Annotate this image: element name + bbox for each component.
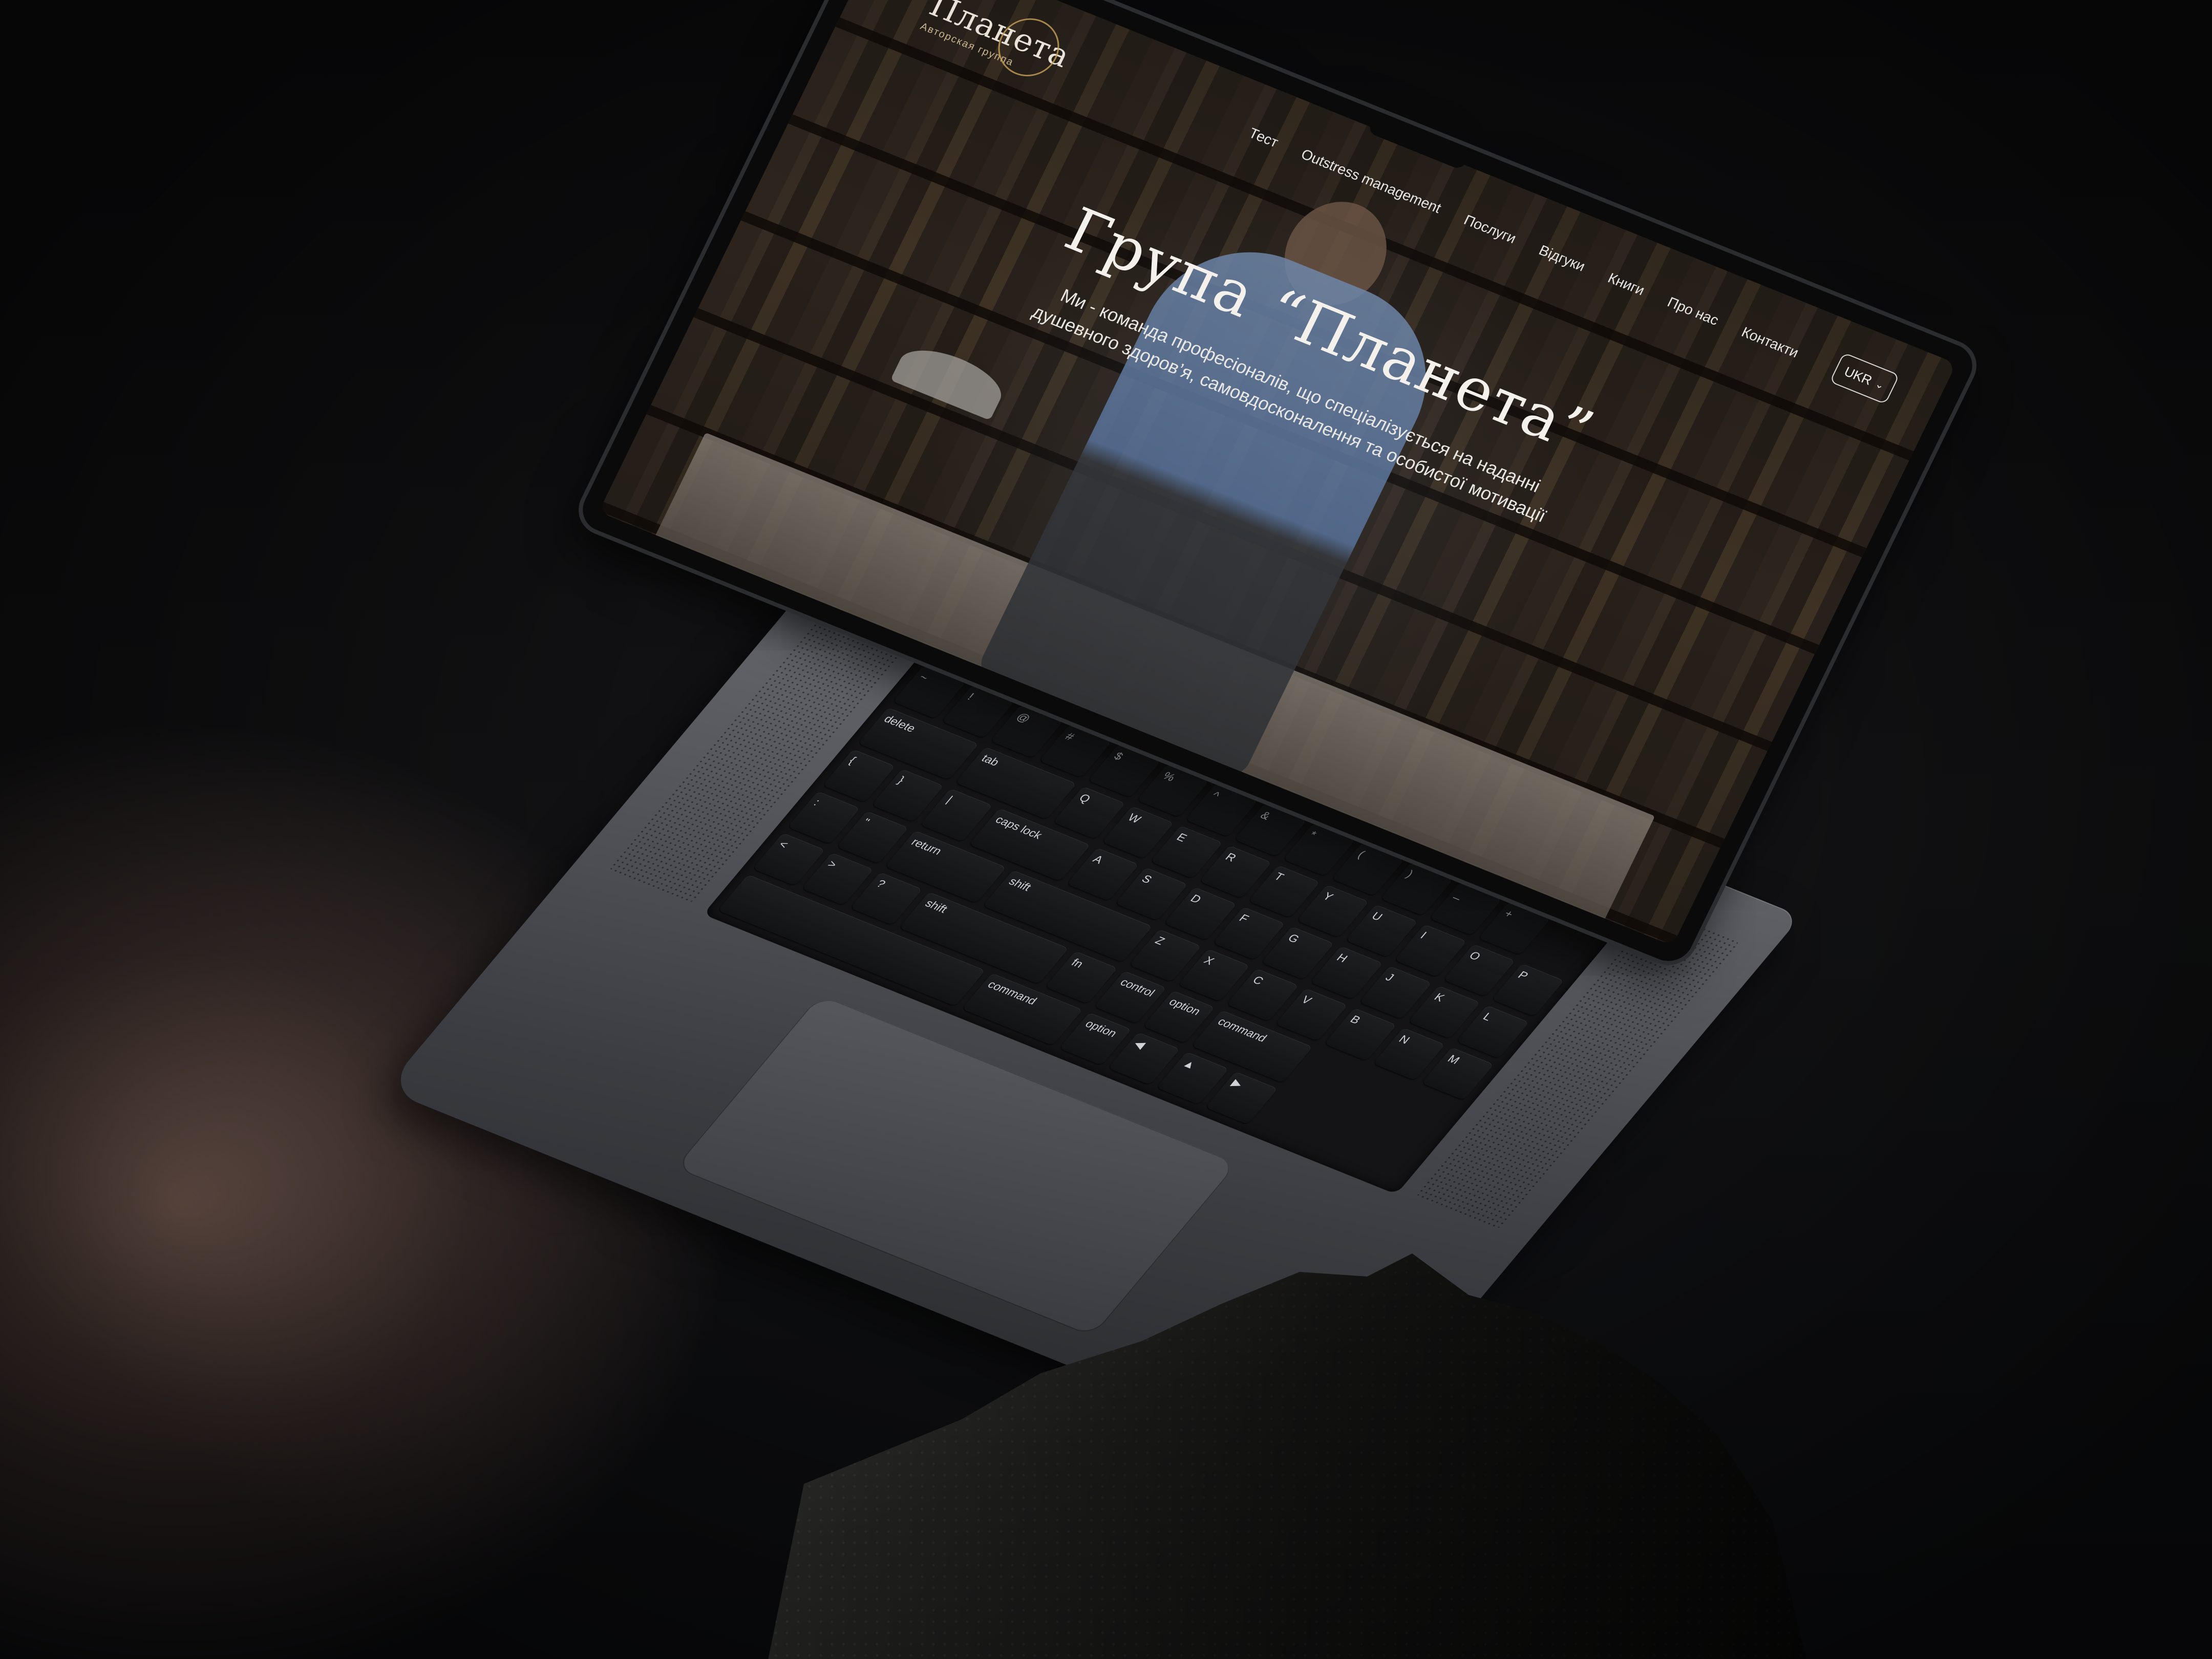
nav-test[interactable]: Тест (1246, 125, 1281, 151)
nav-outstress-management[interactable]: Outstress management (1299, 146, 1443, 217)
language-label: UKR (1842, 363, 1875, 388)
scene: esc~!@#$%^&*()_+deletetabQWERTYUIOP{}|ca… (0, 0, 2212, 1659)
nav-contacts[interactable]: Контакти (1739, 324, 1801, 361)
nav-books[interactable]: Книги (1605, 270, 1647, 299)
nav-about[interactable]: Про нас (1665, 294, 1721, 329)
language-selector[interactable]: UKR ⌄ (1829, 352, 1900, 405)
nav-reviews[interactable]: Відгуки (1536, 242, 1588, 275)
nav-services[interactable]: Послуги (1461, 212, 1519, 247)
chevron-down-icon: ⌄ (1873, 378, 1886, 392)
